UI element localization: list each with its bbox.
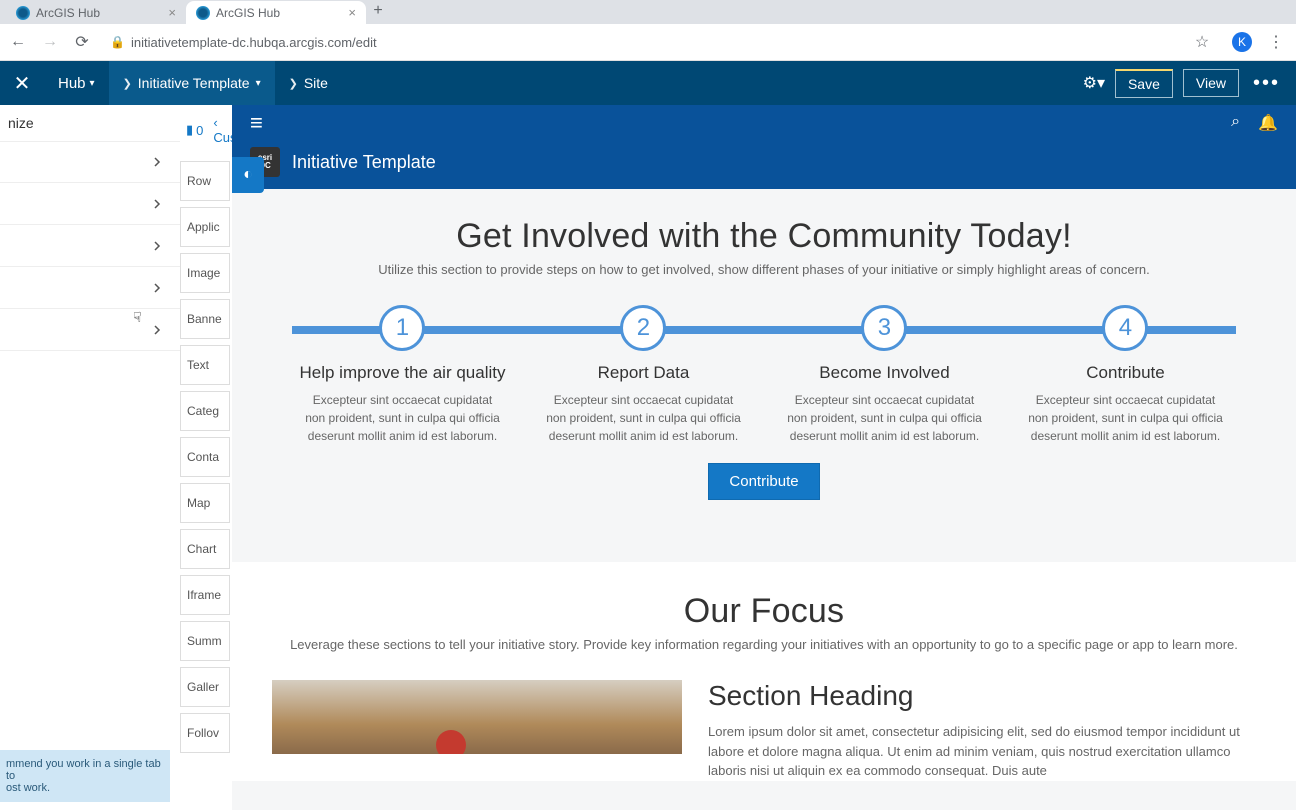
close-icon[interactable]: ×: [168, 5, 176, 20]
panel-row[interactable]: [0, 183, 180, 225]
breadcrumb-initiative[interactable]: ❯ Initiative Template ▾: [109, 61, 275, 105]
forward-button[interactable]: →: [40, 33, 60, 51]
step-title: Help improve the air quality: [296, 363, 508, 383]
section-subtext: Leverage these sections to tell your ini…: [272, 637, 1256, 652]
step-desc: Excepteur sint occaecat cupidatat non pr…: [778, 391, 990, 445]
section-subtext: Utilize this section to provide steps on…: [272, 262, 1256, 277]
profile-badge[interactable]: K: [1232, 32, 1252, 52]
search-icon[interactable]: ⌕: [1231, 113, 1240, 133]
url-bar[interactable]: 🔒 initiativetemplate-dc.hubqa.arcgis.com…: [110, 35, 1180, 50]
breadcrumb-label: Initiative Template: [138, 75, 250, 91]
browser-tab[interactable]: ArcGIS Hub ×: [186, 1, 366, 24]
view-button[interactable]: View: [1183, 69, 1239, 97]
customize-panel: nize ☟ mmend you work in a single tab to…: [0, 105, 180, 810]
back-button[interactable]: ←: [8, 33, 28, 51]
contribute-button[interactable]: Contribute: [708, 463, 819, 500]
card-row[interactable]: Row: [180, 161, 230, 201]
tab-title: ArcGIS Hub: [216, 6, 280, 20]
lock-icon: 🔒: [110, 35, 125, 49]
step: 1 Help improve the air quality Excepteur s…: [296, 305, 508, 445]
panel-row[interactable]: [0, 141, 180, 183]
step: 3 Become Involved Excepteur sint occaecat …: [778, 305, 990, 445]
chevron-right-icon: ❯: [289, 77, 298, 90]
panel-row[interactable]: [0, 225, 180, 267]
hub-menu[interactable]: Hub ▾: [44, 75, 109, 92]
star-icon[interactable]: ☆: [1192, 32, 1212, 52]
caret-down-icon: ▾: [256, 78, 261, 89]
close-editor-button[interactable]: ✕: [0, 61, 44, 105]
card-palette: ▮0 ‹ Cust RowApplicImageBanneTextCategCo…: [180, 105, 232, 810]
favicon-icon: [196, 6, 210, 20]
card-banne[interactable]: Banne: [180, 299, 230, 339]
favicon-icon: [16, 6, 30, 20]
card-chart[interactable]: Chart: [180, 529, 230, 569]
step-number: 1: [379, 305, 425, 351]
tab-title: ArcGIS Hub: [36, 6, 100, 20]
step-desc: Excepteur sint occaecat cupidatat non pr…: [296, 391, 508, 445]
step-number: 2: [620, 305, 666, 351]
caret-down-icon: ▾: [90, 78, 95, 89]
site-header: ≡ ⌕ 🔔 esriDC Initiative Template: [232, 105, 1296, 189]
card-text[interactable]: Text: [180, 345, 230, 385]
focus-section: Our Focus Leverage these sections to tel…: [232, 562, 1296, 781]
card-map[interactable]: Map: [180, 483, 230, 523]
page-indicator[interactable]: ▮0: [186, 122, 203, 138]
panel-title: nize: [8, 115, 34, 131]
more-icon[interactable]: •••: [1249, 72, 1284, 95]
focus-body: Lorem ipsum dolor sit amet, consectetur …: [708, 722, 1256, 781]
info-tip: mmend you work in a single tab to ost wo…: [0, 750, 170, 802]
breadcrumb-label: Site: [304, 75, 328, 91]
step-number: 3: [861, 305, 907, 351]
url-text: initiativetemplate-dc.hubqa.arcgis.com/e…: [131, 35, 377, 50]
chevron-right-icon: ❯: [123, 77, 132, 90]
step-number: 4: [1102, 305, 1148, 351]
contrast-toggle[interactable]: ◐: [232, 157, 264, 193]
bell-icon[interactable]: 🔔: [1258, 113, 1278, 133]
card-iframe[interactable]: Iframe: [180, 575, 230, 615]
involved-section: Get Involved with the Community Today! U…: [232, 189, 1296, 540]
panel-row[interactable]: [0, 267, 180, 309]
focus-image: [272, 680, 682, 754]
card-image[interactable]: Image: [180, 253, 230, 293]
card-categ[interactable]: Categ: [180, 391, 230, 431]
step: 4 Contribute Excepteur sint occaecat cupid…: [1019, 305, 1231, 445]
section-heading: Our Focus: [272, 592, 1256, 631]
app-bar: ✕ Hub ▾ ❯ Initiative Template ▾ ❯ Site ⚙…: [0, 61, 1296, 105]
hub-label: Hub: [58, 75, 86, 92]
step: 2 Report Data Excepteur sint occaecat cupi…: [537, 305, 749, 445]
site-preview: ◐ ≡ ⌕ 🔔 esriDC Initiative Template Get I…: [232, 105, 1296, 810]
site-title: Initiative Template: [292, 152, 436, 173]
section-heading: Get Involved with the Community Today!: [272, 217, 1256, 256]
sharing-icon[interactable]: ⚙▾: [1083, 73, 1105, 93]
browser-tab[interactable]: ArcGIS Hub ×: [6, 1, 186, 24]
step-title: Become Involved: [778, 363, 990, 383]
step-desc: Excepteur sint occaecat cupidatat non pr…: [537, 391, 749, 445]
card-follov[interactable]: Follov: [180, 713, 230, 753]
close-icon[interactable]: ×: [348, 5, 356, 20]
address-bar: ← → ⟳ 🔒 initiativetemplate-dc.hubqa.arcg…: [0, 24, 1296, 61]
new-tab-button[interactable]: +: [366, 1, 390, 21]
kebab-icon[interactable]: ⋮: [1264, 32, 1288, 52]
panel-row[interactable]: [0, 309, 180, 351]
card-conta[interactable]: Conta: [180, 437, 230, 477]
breadcrumb-site[interactable]: ❯ Site: [275, 61, 342, 105]
card-summ[interactable]: Summ: [180, 621, 230, 661]
browser-tabstrip: ArcGIS Hub × ArcGIS Hub × +: [0, 0, 1296, 24]
step-title: Contribute: [1019, 363, 1231, 383]
hamburger-icon[interactable]: ≡: [250, 110, 263, 136]
save-button[interactable]: Save: [1115, 69, 1173, 98]
focus-subheading: Section Heading: [708, 680, 1256, 712]
reload-button[interactable]: ⟳: [72, 32, 92, 52]
card-galler[interactable]: Galler: [180, 667, 230, 707]
card-applic[interactable]: Applic: [180, 207, 230, 247]
step-desc: Excepteur sint occaecat cupidatat non pr…: [1019, 391, 1231, 445]
cursor-icon: ☟: [133, 309, 142, 326]
step-title: Report Data: [537, 363, 749, 383]
